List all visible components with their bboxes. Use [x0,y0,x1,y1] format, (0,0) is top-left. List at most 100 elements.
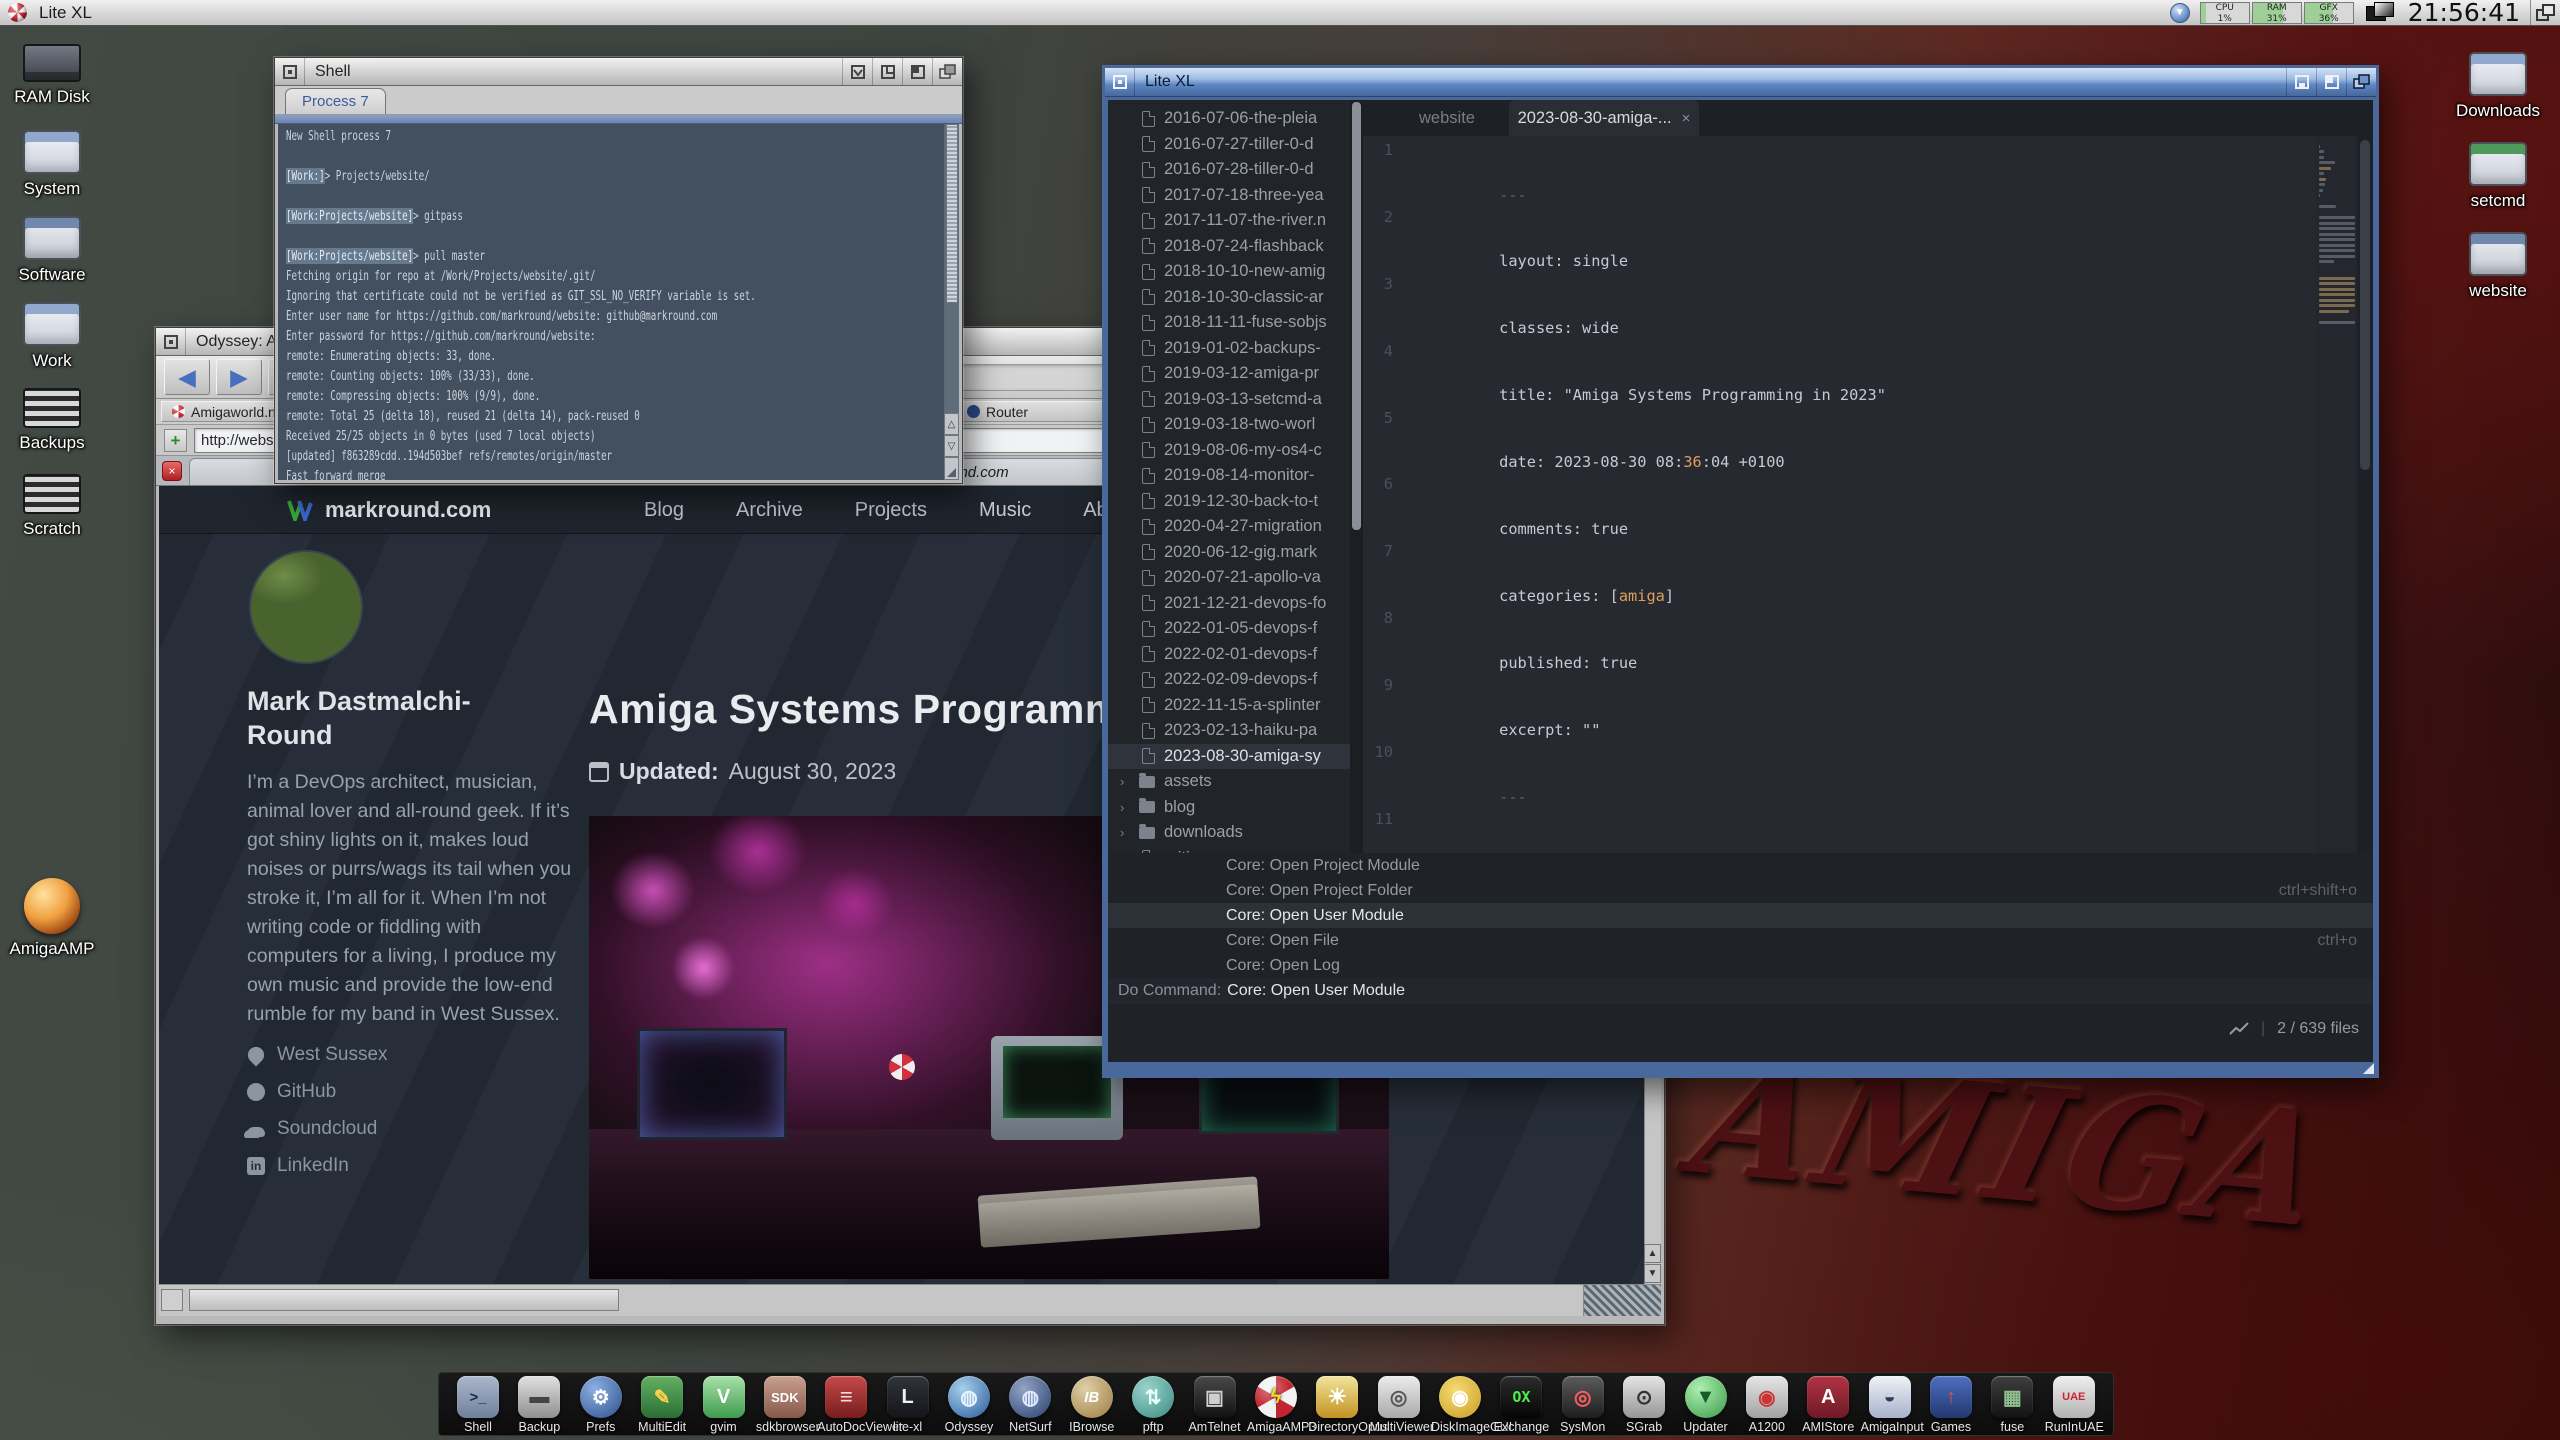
site-brand[interactable]: markround.com [287,497,491,523]
palette-item[interactable]: Core: Open User Module [1108,903,2373,928]
tree-item[interactable]: 2019-03-18-two-worl [1108,412,1350,438]
screen-titlebar[interactable]: Lite XL ▼ CPU 1% RAM 31% [0,0,2560,26]
dock-item[interactable]: SGrab [1615,1375,1673,1434]
author-link[interactable]: Soundcloud [247,1118,577,1140]
editor-scroll-thumb[interactable] [2360,140,2370,470]
scroll-up-arrow-icon[interactable]: △ [944,413,959,435]
tree-item[interactable]: 2019-12-30-back-to-t [1108,489,1350,515]
tree-item[interactable]: 2022-02-09-devops-f [1108,667,1350,693]
dock-item[interactable]: fuse [1983,1375,2041,1434]
scroll-up-arrow-icon[interactable]: ▲ [1644,1244,1661,1263]
shell-scrollbar[interactable] [944,124,959,413]
jump-gadget-icon[interactable] [872,58,902,85]
close-gadget-icon[interactable] [275,58,305,85]
site-nav-link[interactable]: Blog [644,499,684,522]
dock-item[interactable]: MultiViewer [1370,1375,1428,1434]
dock-item[interactable]: AMIStore [1799,1375,1857,1434]
shell-titlebar[interactable]: Shell [275,58,962,86]
desktop-icon[interactable]: setcmd [2446,142,2550,211]
dock-item[interactable]: MultiEdit [633,1375,691,1434]
scrollbar-left-box[interactable] [161,1289,183,1311]
scroll-down-arrow-icon[interactable]: ▼ [1644,1264,1661,1283]
tree-item[interactable]: 2017-07-18-three-yea [1108,183,1350,209]
palette-item[interactable]: Core: Open Log [1108,953,2373,978]
tree-item[interactable]: 2016-07-28-tiller-0-d [1108,157,1350,183]
palette-item[interactable]: Core: Open File ctrl+o [1108,928,2373,953]
author-link[interactable]: West Sussex [247,1044,577,1066]
author-link[interactable]: LinkedIn [247,1155,577,1177]
shell-process-tab[interactable]: Process 7 [285,88,386,114]
tab-close-icon[interactable]: × [1682,110,1691,127]
desktop-icon[interactable]: website [2446,232,2550,301]
dock-item[interactable]: NetSurf [1001,1375,1059,1434]
desktop-icon[interactable]: Software [0,216,104,285]
dock-item[interactable]: Odyssey [940,1375,998,1434]
dock-item[interactable]: DiskImageGUI [1431,1375,1489,1434]
tree-item[interactable]: 2019-08-06-my-os4-c [1108,438,1350,464]
command-input[interactable]: Do Command: Core: Open User Module [1108,978,2373,1004]
desktop-icon[interactable]: Scratch [0,474,104,539]
desktop-icon[interactable]: Downloads [2446,52,2550,121]
dock-item[interactable]: AmigaInput [1861,1375,1919,1434]
browser-resize-grip[interactable] [1583,1284,1661,1316]
tree-item[interactable]: 2022-02-01-devops-f [1108,642,1350,668]
close-gadget-icon[interactable] [1105,68,1135,96]
screen-depth-gadget-icon[interactable] [2530,0,2560,25]
tree-item[interactable]: 2020-06-12-gig.mark [1108,540,1350,566]
tree-item[interactable]: 2018-10-30-classic-ar [1108,285,1350,311]
minimap[interactable] [2315,136,2357,853]
tree-item[interactable]: 2022-01-05-devops-f [1108,616,1350,642]
dock-item[interactable]: AutoDocViewer [817,1375,875,1434]
iconify-gadget-icon[interactable] [2286,68,2316,96]
shell-console[interactable]: New Shell process 7[Work:]> Projects/web… [278,124,959,480]
code-editor[interactable]: 1 --- 2 layout: single 3 classes: wide 4 [1363,136,2315,853]
tree-item[interactable]: › downloads [1108,820,1350,846]
dock-item[interactable]: Games [1922,1375,1980,1434]
desktop-icon[interactable]: Work [0,302,104,371]
desktop-icon[interactable]: RAM Disk [0,44,104,107]
tree-item[interactable]: 2019-08-14-monitor- [1108,463,1350,489]
dock-item[interactable]: DirectoryOpus [1308,1375,1366,1434]
tree-item[interactable]: 2023-02-13-haiku-pa [1108,718,1350,744]
shell-scroll-thumb[interactable] [946,124,958,303]
litexl-resize-grip[interactable] [2363,1063,2374,1074]
close-tab-button[interactable]: × [162,461,182,481]
dock-item[interactable]: AmigaAMP3 [1247,1375,1305,1434]
scroll-down-arrow-icon[interactable]: ▽ [944,435,959,457]
depth-gadget-icon[interactable] [932,58,962,85]
desktop-icon-amigaamp[interactable]: AmigaAMP [0,878,104,959]
dock-item[interactable]: lite-xl [879,1375,937,1434]
tree-item[interactable]: 2019-03-12-amiga-pr [1108,361,1350,387]
add-bookmark-button[interactable]: + [164,429,187,452]
dock-item[interactable]: Shell [449,1375,507,1434]
tab-active-file[interactable]: 2023-08-30-amiga-... × [1509,100,1699,136]
desktop-icon[interactable]: System [0,130,104,199]
dock-item[interactable]: Exchange [1492,1375,1550,1434]
zoom-gadget-icon[interactable] [2316,68,2346,96]
tree-item[interactable]: 2016-07-06-the-pleia [1108,106,1350,132]
tree-item[interactable]: 2018-10-10-new-amig [1108,259,1350,285]
dock-item[interactable]: A1200 [1738,1375,1796,1434]
dock-item[interactable]: AmTelnet [1186,1375,1244,1434]
dock-item[interactable]: sdkbrowser [756,1375,814,1434]
author-link[interactable]: GitHub [247,1081,577,1103]
dock-item[interactable]: RunInUAE [2045,1375,2103,1434]
dock-item[interactable]: SysMon [1554,1375,1612,1434]
site-nav-link[interactable]: Projects [855,499,927,522]
close-gadget-icon[interactable] [156,328,186,355]
dock-item[interactable]: gvim [695,1375,753,1434]
tree-item[interactable]: 2020-04-27-migration [1108,514,1350,540]
tree-item[interactable]: 2022-11-15-a-splinter [1108,693,1350,719]
depth-gadget-icon[interactable] [2346,68,2376,96]
zoom-gadget-icon[interactable] [902,58,932,85]
tree-item[interactable]: 2019-03-13-setcmd-a [1108,387,1350,413]
shell-resize-grip[interactable] [944,457,959,480]
dock-item[interactable]: pftp [1124,1375,1182,1434]
iconify-gadget-icon[interactable] [842,58,872,85]
palette-item[interactable]: Core: Open Project Module [1108,853,2373,878]
forward-button[interactable]: ▶ [216,359,262,395]
dock-item[interactable]: Prefs [572,1375,630,1434]
bookmark-button[interactable]: Amigaworld.net - Am [161,401,291,422]
dock-item[interactable]: IBrowse [1063,1375,1121,1434]
editor-scrollbar[interactable] [2357,136,2373,853]
